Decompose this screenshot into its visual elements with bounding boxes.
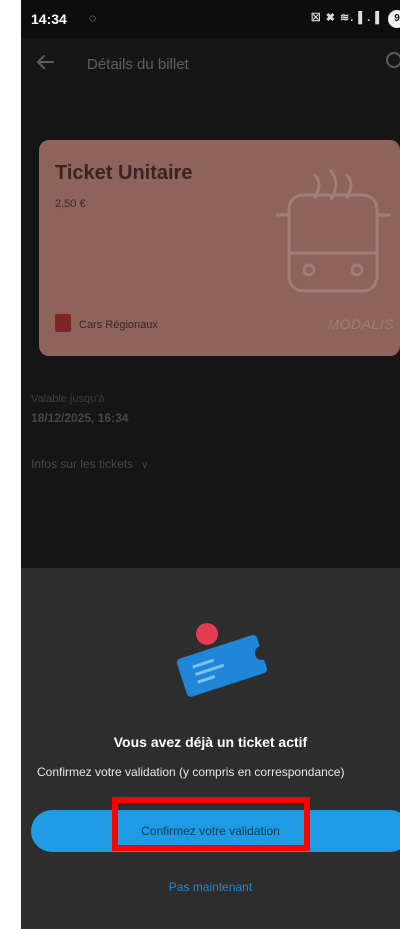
bus-icon (275, 169, 391, 293)
ticket-info-label: Infos sur les tickets (31, 457, 134, 471)
status-bar: 14:34 ◌ ☒ ✖ ≋.▐ .▐ 9 (21, 0, 400, 38)
operator-name: Cars Régionaux (79, 319, 158, 331)
sheet-subtitle: Confirmez votre validation (y compris en… (37, 765, 345, 779)
chevron-down-icon: ∨ (141, 460, 149, 471)
back-arrow-icon[interactable] (33, 50, 57, 74)
search-icon[interactable] (384, 50, 400, 72)
brand-logo: MODALIS (327, 316, 394, 332)
app-bar: Détails du billet (21, 38, 400, 94)
signal-icons: ☒ ✖ ≋.▐ .▐ (310, 12, 380, 24)
ticket-illustration-icon (176, 623, 269, 697)
not-now-link[interactable]: Pas maintenant (21, 880, 400, 894)
operator-logo (55, 314, 71, 332)
page-title: Détails du billet (87, 56, 189, 73)
ticket-card[interactable]: Ticket Unitaire 2,50 € Cars Régionaux MO… (39, 140, 400, 356)
active-ticket-sheet: Vous avez déjà un ticket actif Confirmez… (21, 568, 400, 929)
sheet-title: Vous avez déjà un ticket actif (113, 734, 308, 750)
notification-icon: ◌ (89, 11, 97, 25)
phone-screen: 14:34 ◌ ☒ ✖ ≋.▐ .▐ 9 Détails du billet T… (21, 0, 400, 929)
status-time: 14:34 (31, 11, 67, 27)
validity-label: Valable jusqu'à (31, 393, 105, 405)
battery-icon: 9 (388, 10, 400, 28)
validity-value: 18/12/2025, 16:34 (31, 411, 129, 425)
ticket-price: 2,50 € (55, 198, 86, 210)
highlight-annotation (112, 797, 310, 851)
ticket-info-toggle[interactable]: Infos sur les tickets ∨ (31, 457, 148, 471)
ticket-title: Ticket Unitaire (55, 162, 193, 184)
